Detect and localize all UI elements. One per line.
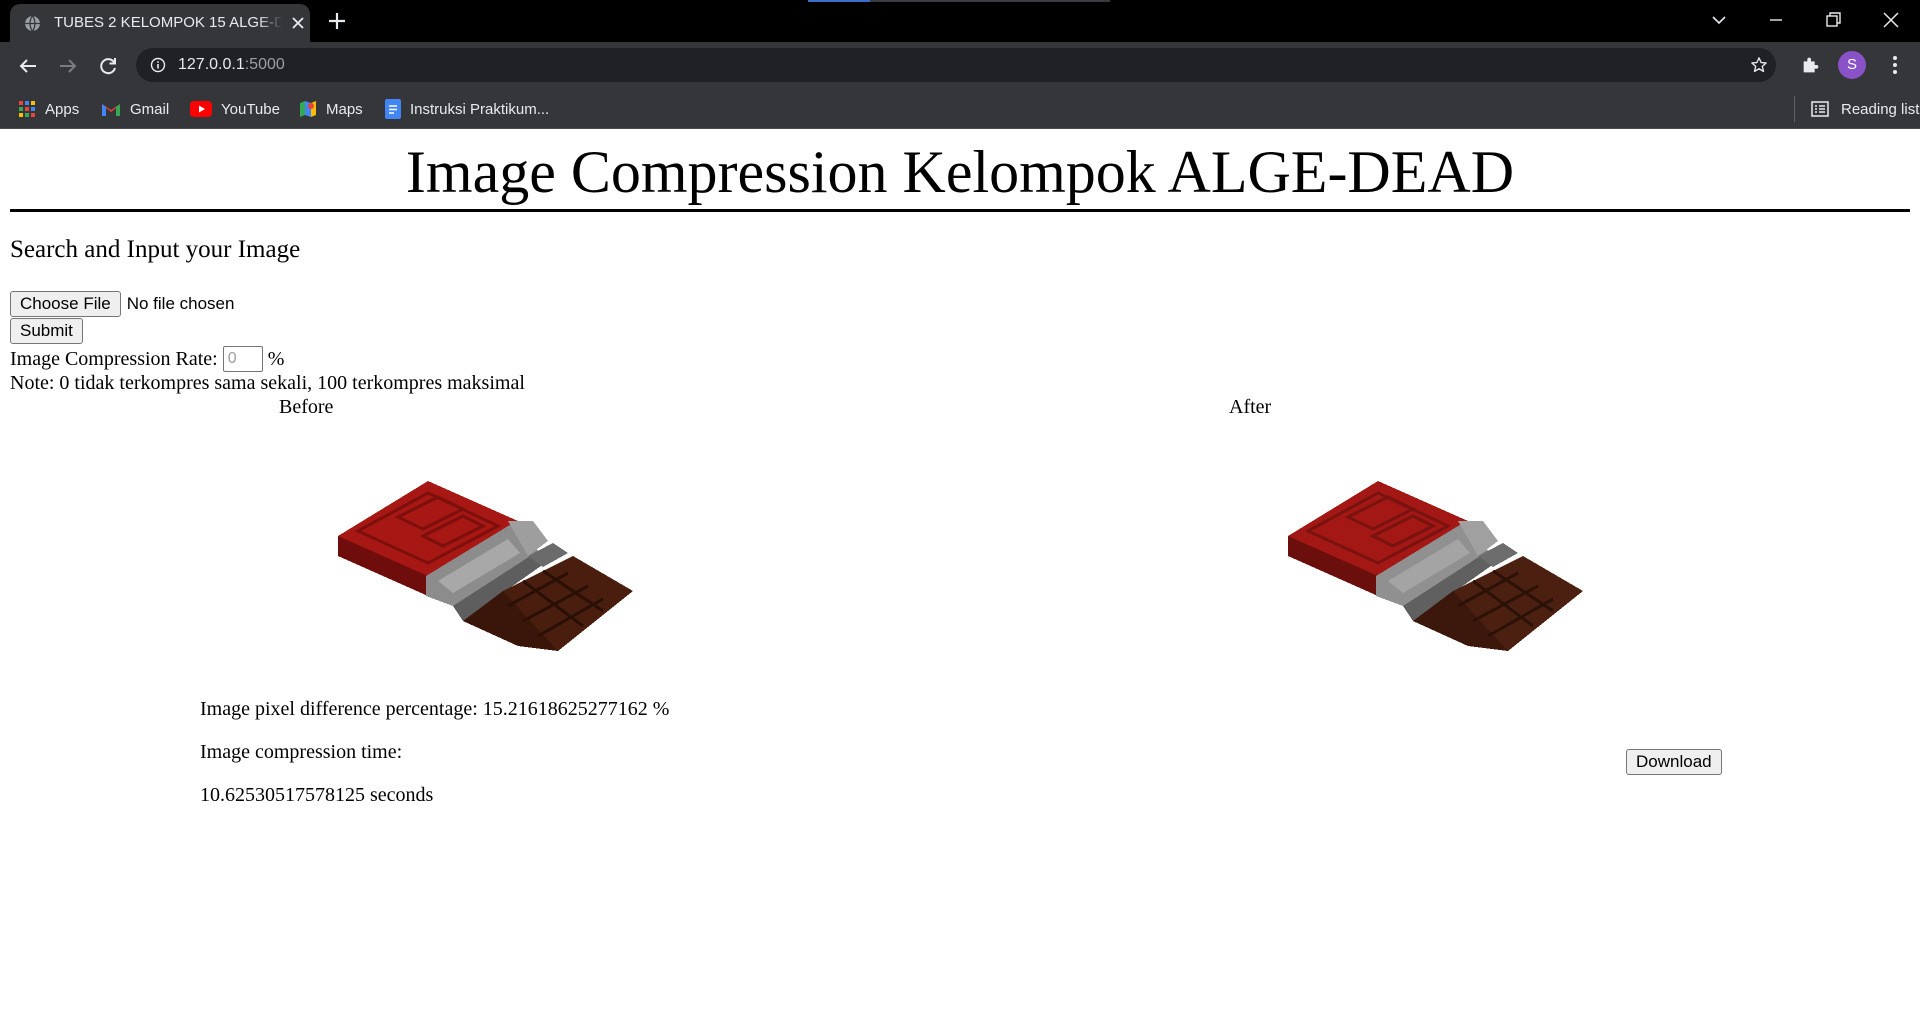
- youtube-icon: [190, 101, 212, 117]
- bookmark-label: Maps: [326, 100, 363, 118]
- choose-file-button[interactable]: Choose File: [10, 291, 121, 317]
- reload-icon[interactable]: [96, 54, 120, 78]
- minimize-icon[interactable]: [1764, 8, 1788, 32]
- upload-heading: Search and Input your Image: [10, 236, 301, 263]
- maps-icon: [300, 101, 316, 117]
- tab-search-chevron-icon[interactable]: [1707, 8, 1731, 32]
- tab-drag-track: [870, 0, 1110, 2]
- reading-list-label: Reading list: [1841, 100, 1920, 118]
- close-window-icon[interactable]: [1879, 8, 1903, 32]
- page-title: Image Compression Kelompok ALGE-DEAD: [405, 139, 1515, 205]
- bookmark-gmail[interactable]: Gmail: [101, 96, 169, 122]
- before-image: [338, 481, 633, 651]
- bookmark-apps[interactable]: Apps: [18, 96, 79, 122]
- restore-window-icon[interactable]: [1821, 8, 1845, 32]
- bookmark-maps[interactable]: Maps: [299, 96, 363, 122]
- bookmark-label: Instruksi Praktikum...: [410, 100, 550, 118]
- new-tab-icon[interactable]: [326, 10, 348, 32]
- bookmark-youtube[interactable]: YouTube: [190, 96, 280, 122]
- compression-rate-unit: %: [267, 347, 285, 370]
- tab-drag-indicator: [808, 0, 870, 2]
- compression-time-label: Image compression time:: [200, 741, 403, 763]
- bookmark-instruksi-praktikum[interactable]: Instruksi Praktikum...: [385, 96, 549, 122]
- submit-button[interactable]: Submit: [10, 318, 83, 344]
- reading-list-button[interactable]: Reading list: [1794, 96, 1919, 122]
- reading-list-icon: [1811, 101, 1829, 117]
- file-status: No file chosen: [126, 294, 235, 313]
- after-image: [1288, 481, 1583, 651]
- bookmark-label: Apps: [45, 100, 80, 118]
- docs-icon: [385, 99, 401, 119]
- back-arrow-icon[interactable]: [16, 54, 40, 78]
- browser-tab-active[interactable]: TUBES 2 KELOMPOK 15 ALGE-DEAD: [10, 4, 310, 42]
- address-url[interactable]: 127.0.0.1:5000: [178, 56, 285, 74]
- bookmark-label: YouTube: [221, 100, 280, 118]
- url-port: :5000: [244, 56, 285, 73]
- site-info-icon[interactable]: [150, 57, 166, 73]
- url-host: 127.0.0.1: [178, 56, 245, 73]
- page-content: Image Compression Kelompok ALGE-DEAD Sea…: [0, 129, 1920, 1028]
- apps-grid-icon: [19, 101, 35, 117]
- tab-title: TUBES 2 KELOMPOK 15 ALGE-DEAD: [54, 14, 282, 34]
- close-tab-icon[interactable]: [290, 15, 306, 31]
- extensions-puzzle-icon[interactable]: [1800, 54, 1822, 76]
- address-bar[interactable]: 127.0.0.1:5000: [136, 48, 1776, 82]
- title-divider: [10, 209, 1910, 212]
- browser-toolbar: 127.0.0.1:5000 S: [0, 42, 1920, 90]
- compression-rate-label: Image Compression Rate:: [10, 347, 218, 370]
- compression-rate-input[interactable]: [222, 346, 263, 372]
- globe-icon: [25, 15, 40, 32]
- bookmarks-bar: Apps Gmail YouTube Maps Instruksi Prakti…: [0, 90, 1920, 129]
- gmail-icon: [102, 104, 120, 116]
- after-label: After: [1229, 396, 1272, 418]
- compression-note: Note: 0 tidak terkompres sama sekali, 10…: [10, 372, 525, 394]
- pixel-difference-text: Image pixel difference percentage: 15.21…: [200, 698, 670, 720]
- forward-arrow-icon[interactable]: [56, 54, 80, 78]
- profile-avatar[interactable]: S: [1838, 51, 1866, 79]
- browser-tab-strip: TUBES 2 KELOMPOK 15 ALGE-DEAD: [0, 0, 1920, 42]
- file-input[interactable]: Choose File No file chosen: [10, 291, 234, 317]
- kebab-menu-icon[interactable]: [1884, 54, 1906, 76]
- compression-time-value: 10.62530517578125 seconds: [200, 784, 434, 806]
- download-button[interactable]: Download: [1626, 749, 1722, 775]
- bookmark-label: Gmail: [130, 100, 170, 118]
- bookmark-star-icon[interactable]: [1750, 56, 1768, 74]
- before-label: Before: [279, 396, 334, 418]
- compression-rate-row: Image Compression Rate: %: [10, 345, 284, 373]
